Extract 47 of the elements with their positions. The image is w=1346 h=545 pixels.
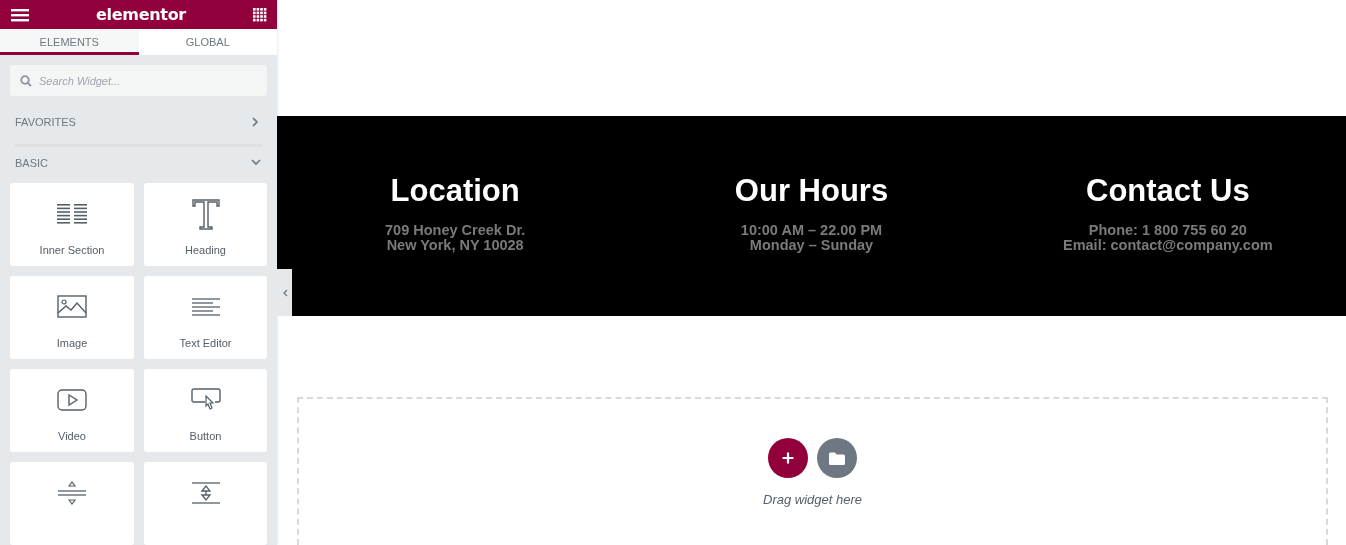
category-header[interactable]: FAVORITES bbox=[0, 106, 277, 138]
folder-icon bbox=[829, 451, 845, 465]
apps-button[interactable] bbox=[253, 7, 267, 22]
text-lines-icon bbox=[190, 297, 221, 317]
widget-card[interactable]: Button bbox=[144, 369, 267, 452]
menu-icon bbox=[11, 7, 29, 22]
menu-button[interactable] bbox=[11, 7, 29, 22]
widget-label: Image bbox=[56, 337, 88, 349]
divider-icon bbox=[57, 480, 87, 506]
columns-icon bbox=[55, 203, 89, 225]
widget-label: Button bbox=[189, 430, 222, 442]
widget-card[interactable]: Text Editor bbox=[144, 276, 267, 359]
grid-icon bbox=[253, 7, 267, 22]
chevron-right-icon bbox=[251, 116, 261, 127]
info-text: Phone: 1 800 755 60 20 bbox=[1088, 223, 1247, 238]
widget-card[interactable]: Image bbox=[10, 276, 134, 359]
panel-tab[interactable]: GLOBAL bbox=[138, 29, 277, 56]
info-text: 709 Honey Creek Dr. bbox=[385, 223, 526, 238]
widget-label: Text Editor bbox=[179, 337, 232, 349]
spacer-icon bbox=[190, 481, 221, 505]
section-heading: Our Hours bbox=[734, 172, 889, 210]
widget-label: Heading bbox=[185, 244, 226, 256]
widget-label: Inner Section bbox=[39, 244, 105, 256]
search-field[interactable]: Search Widget... bbox=[10, 65, 267, 97]
info-text: Monday – Sunday bbox=[749, 238, 874, 253]
info-text: Email: contact@company.com bbox=[1063, 238, 1273, 253]
widget-card[interactable]: Heading bbox=[144, 183, 267, 266]
widget-card[interactable]: Inner Section bbox=[10, 183, 134, 266]
letter-t-icon bbox=[190, 198, 221, 230]
chevron-down-icon bbox=[251, 157, 261, 168]
section-heading: Contact Us bbox=[1086, 172, 1250, 210]
widget-label: Video bbox=[58, 430, 86, 442]
play-icon bbox=[57, 389, 87, 411]
category-header[interactable]: BASIC bbox=[0, 147, 277, 178]
info-text: 10:00 AM – 22.00 PM bbox=[740, 223, 883, 238]
widget-card[interactable]: Video bbox=[10, 369, 134, 452]
logo-text: elementor bbox=[96, 5, 186, 25]
section-heading: Location bbox=[390, 172, 520, 210]
drop-hint: Drag widget here bbox=[763, 492, 862, 507]
add-section-button[interactable] bbox=[768, 438, 808, 478]
cursor-button-icon bbox=[190, 388, 221, 412]
chevron-left-icon bbox=[281, 288, 288, 297]
image-icon bbox=[57, 295, 87, 319]
plus-icon bbox=[782, 452, 794, 464]
info-text: New York, NY 10028 bbox=[386, 238, 524, 253]
template-library-button[interactable] bbox=[817, 438, 857, 478]
panel-tab[interactable]: ELEMENTS bbox=[0, 29, 139, 56]
